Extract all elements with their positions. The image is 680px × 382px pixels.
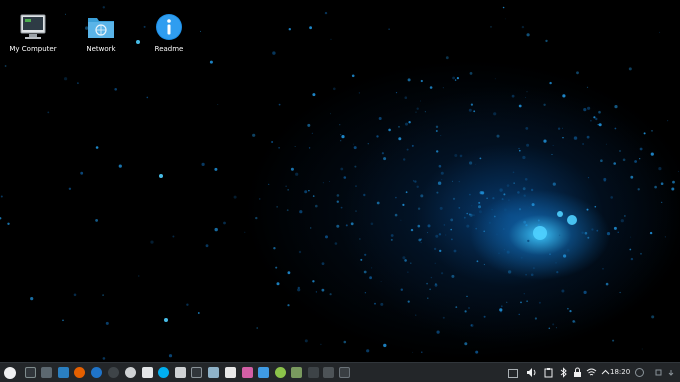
info-icon [154, 12, 184, 42]
calendar-icon[interactable] [225, 367, 236, 378]
terminal-icon[interactable] [191, 367, 202, 378]
network-folder-icon [86, 12, 116, 42]
desktop-icon-label: Readme [154, 45, 184, 53]
store-icon[interactable] [242, 367, 253, 378]
screen-icon[interactable] [508, 369, 518, 378]
desktop-icon-network[interactable]: Network [71, 12, 131, 53]
document-icon[interactable] [175, 367, 186, 378]
taskbar: 18:20 [0, 362, 680, 382]
volume-icon[interactable] [526, 367, 537, 378]
show-desktop-icon[interactable] [25, 367, 36, 378]
desktop-icon-label: Network [86, 45, 116, 53]
bluetooth-icon[interactable] [558, 367, 569, 378]
media-icon[interactable] [339, 367, 350, 378]
skype-icon[interactable] [158, 367, 169, 378]
obs-icon[interactable] [125, 367, 136, 378]
wifi-icon[interactable] [586, 367, 597, 378]
desktop-icon-label: My Computer [9, 45, 57, 53]
firefox-icon[interactable] [74, 367, 85, 378]
clipboard-icon[interactable] [543, 367, 554, 378]
power-icon[interactable] [653, 367, 664, 378]
clock[interactable]: 18:20 [610, 367, 630, 378]
computer-icon [18, 12, 48, 42]
app-menu-icon[interactable] [4, 367, 16, 379]
notifications-icon[interactable] [634, 367, 645, 378]
lock-icon[interactable] [572, 367, 583, 378]
desktop-icon-my-computer[interactable]: My Computer [3, 12, 63, 53]
thunderbird-icon[interactable] [91, 367, 102, 378]
steam-icon[interactable] [108, 367, 119, 378]
mail-icon[interactable] [58, 367, 69, 378]
photos-icon[interactable] [142, 367, 153, 378]
photo-manager-icon[interactable] [258, 367, 269, 378]
image-editor-icon[interactable] [291, 367, 302, 378]
files-icon[interactable] [308, 367, 319, 378]
window-icon[interactable] [323, 367, 334, 378]
system-settings-icon[interactable] [41, 367, 52, 378]
peek-desktop-icon[interactable] [666, 367, 677, 378]
wallpaper-particles [0, 6, 679, 360]
green-app-icon[interactable] [275, 367, 286, 378]
image-viewer-icon[interactable] [208, 367, 219, 378]
desktop-icon-readme[interactable]: Readme [139, 12, 199, 53]
